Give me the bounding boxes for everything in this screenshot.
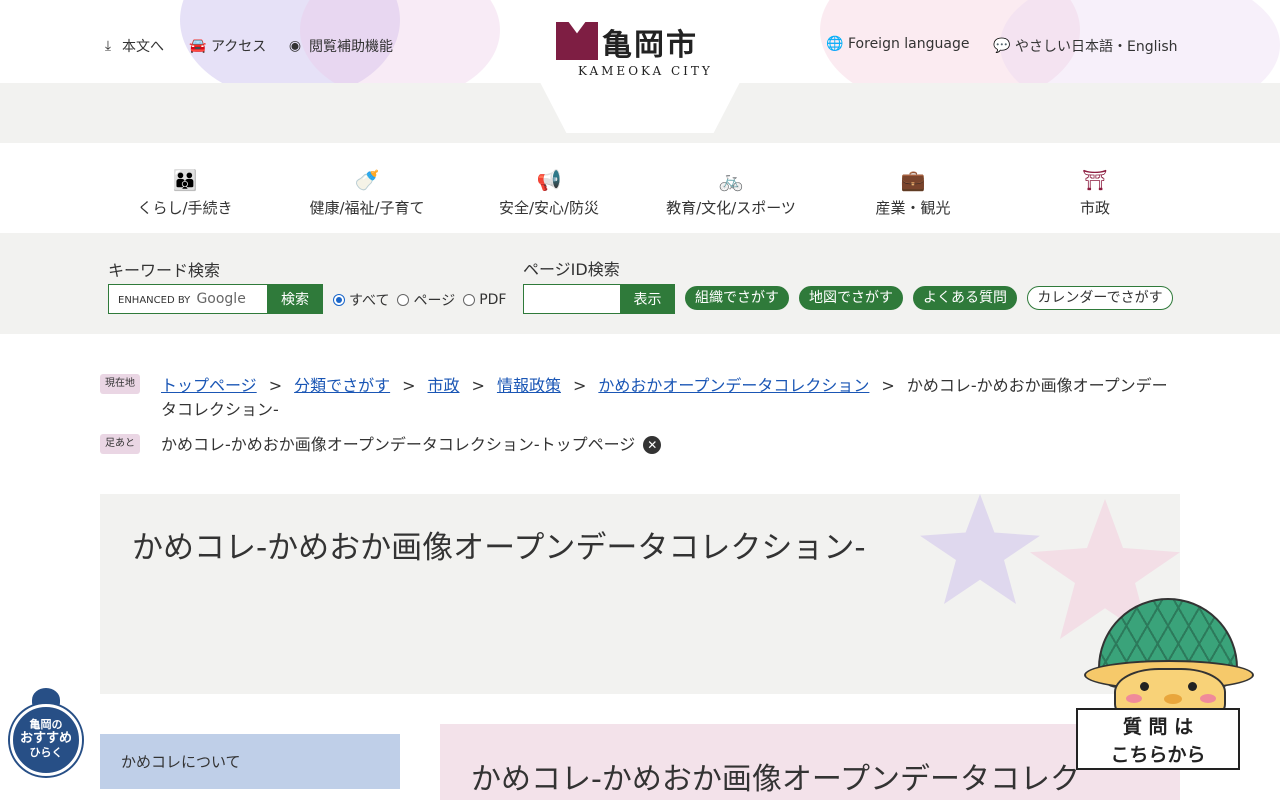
keyword-search-input[interactable]: ENHANCED BY Google [108, 284, 268, 314]
breadcrumb-link-open-data[interactable]: かめおかオープンデータコレクション [598, 376, 869, 395]
breadcrumb-separator: > [881, 376, 895, 395]
faq-button[interactable]: よくある質問 [913, 286, 1017, 310]
osusume-turtle-button[interactable]: 亀岡の おすすめ ひらく [8, 688, 84, 788]
keyword-search-button[interactable]: 検索 [267, 284, 323, 314]
osusume-label: 亀岡の おすすめ ひらく [19, 718, 72, 759]
mascot-cheek [1126, 694, 1142, 703]
nav-item-safety[interactable]: 📢 安全/安心/防災 [469, 169, 629, 218]
bicycle-icon: 🚲 [718, 168, 744, 192]
easy-japanese-link[interactable]: 💬 やさしい日本語・English [993, 36, 1178, 56]
breadcrumb-separator: > [572, 376, 587, 395]
breadcrumb-separator: > [268, 376, 283, 395]
history-tag: 足あと [100, 434, 140, 454]
city-emblem-icon: ⛩ [1082, 168, 1108, 192]
logo-subtitle: KAMEOKA CITY [578, 64, 713, 78]
breadcrumb-link-info-policy[interactable]: 情報政策 [497, 376, 561, 395]
nav-item-industry[interactable]: 💼 産業・観光 [833, 169, 993, 218]
search-by-map-button[interactable]: 地図でさがす [799, 286, 903, 310]
close-circle-icon[interactable]: ✕ [643, 436, 662, 454]
skip-to-content-link[interactable]: ⤓ 本文へ [100, 36, 164, 56]
globe-icon: 🌐 [826, 36, 844, 52]
search-scope-radios: すべて ページ PDF [333, 290, 506, 310]
scope-all-radio[interactable]: すべて [333, 290, 389, 310]
breadcrumb: トップページ > 分類でさがす > 市政 > 情報政策 > かめおかオープンデータコレクション >… [161, 374, 1176, 422]
global-nav: 👪 くらし/手続き 🍼 健康/福祉/子育て 📢 安全/安心/防災 🚲 教育/文化… [0, 143, 1280, 233]
history-trail: かめコレ-かめおか画像オープンデータコレクション-トップページ ✕ [161, 434, 662, 456]
radio-dot [463, 294, 476, 306]
mascot-eye [1140, 682, 1149, 691]
breadcrumb-link-category[interactable]: 分類でさがす [294, 376, 390, 395]
car-icon: 🚘 [189, 38, 207, 54]
chatbot-mascot-button[interactable]: 質 問 は こちらから [1070, 598, 1270, 800]
download-icon: ⤓ [104, 38, 112, 54]
nav-item-education[interactable]: 🚲 教育/文化/スポーツ [651, 169, 811, 218]
content-heading: かめコレ-かめおか画像オープンデータコレク [471, 762, 1081, 797]
page-id-show-button[interactable]: 表示 [620, 284, 675, 314]
scope-page-radio[interactable]: ページ [397, 290, 455, 310]
breadcrumb-link-top[interactable]: トップページ [161, 376, 257, 395]
page-title-banner: かめコレ-かめおか画像オープンデータコレクション- [100, 494, 1180, 694]
baby-bottle-icon: 🍼 [354, 168, 380, 192]
keyword-search-label: キーワード検索 [108, 261, 221, 280]
family-icon: 👪 [172, 168, 198, 192]
mascot-cheek [1200, 694, 1216, 703]
eye-icon: ◉ [288, 38, 302, 54]
content-heading-box: かめコレ-かめおか画像オープンデータコレク [440, 724, 1180, 800]
logo-text: 亀岡市 [602, 28, 698, 63]
breadcrumb-link-city-admin[interactable]: 市政 [428, 376, 460, 395]
foreign-language-link[interactable]: 🌐 Foreign language [826, 36, 969, 52]
nav-item-living[interactable]: 👪 くらし/手続き [105, 169, 265, 218]
side-menu-item-about[interactable]: かめコレについて [100, 734, 400, 789]
speech-bubble-icon: 💬 [993, 38, 1011, 54]
mascot-eye [1188, 682, 1197, 691]
page-id-input[interactable] [523, 284, 621, 314]
banner-flower-decoration [920, 494, 1040, 604]
breadcrumb-separator: > [402, 376, 416, 395]
breadcrumb-tag: 現在地 [100, 374, 140, 394]
page-id-search-label: ページID検索 [523, 260, 620, 279]
breadcrumb-separator: > [471, 376, 485, 395]
radio-dot [333, 294, 345, 306]
mascot-sign: 質 問 は こちらから [1076, 708, 1240, 770]
briefcase-icon: 💼 [900, 168, 926, 192]
megaphone-icon: 📢 [536, 168, 562, 192]
nav-item-city-admin[interactable]: ⛩ 市政 [1015, 169, 1175, 218]
google-logo-text: Google [196, 291, 246, 307]
access-link[interactable]: 🚘 アクセス [189, 36, 266, 56]
nav-item-health[interactable]: 🍼 健康/福祉/子育て [287, 169, 447, 218]
search-by-organization-button[interactable]: 組織でさがす [685, 286, 789, 310]
google-prefix: ENHANCED BY [118, 295, 191, 306]
page-title: かめコレ-かめおか画像オープンデータコレクション- [132, 530, 866, 566]
scope-pdf-radio[interactable]: PDF [463, 292, 506, 308]
mascot-beak [1164, 694, 1182, 704]
history-item[interactable]: かめコレ-かめおか画像オープンデータコレクション-トップページ [161, 434, 635, 456]
radio-dot [397, 294, 410, 306]
search-by-calendar-button[interactable]: カレンダーでさがす [1027, 286, 1173, 310]
accessibility-link[interactable]: ◉ 閲覧補助機能 [287, 36, 393, 56]
